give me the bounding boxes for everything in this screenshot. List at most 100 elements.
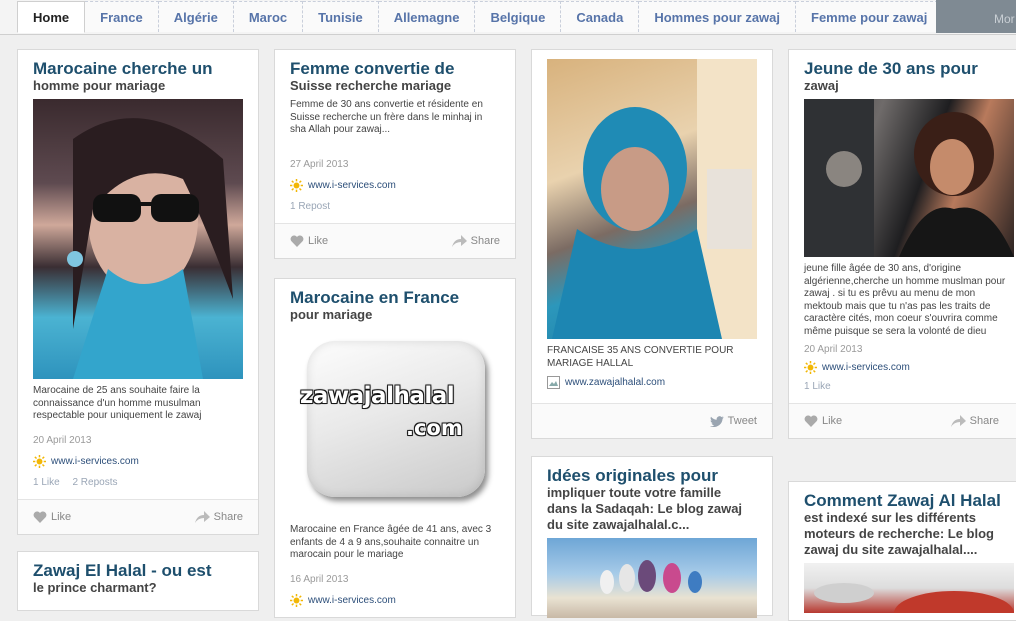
pin-subtitle-line[interactable]: du site zawajalhalal.c...: [547, 517, 757, 533]
sun-icon: [290, 178, 303, 192]
tweet-button[interactable]: Tweet: [709, 415, 757, 427]
tab-home[interactable]: Home: [17, 1, 86, 33]
pin-source-link[interactable]: www.zawajalhalal.com: [565, 377, 665, 388]
tab-france[interactable]: France: [85, 1, 159, 32]
pin-subtitle[interactable]: le prince charmant?: [33, 580, 243, 596]
pin-description: FRANCAISE 35 ANS CONVERTIE POUR MARIAGE …: [547, 345, 734, 369]
top-navigation: Home France Algérie Maroc Tunisie Allema…: [0, 0, 1016, 35]
pin-photo[interactable]: [547, 59, 757, 339]
pin-actions: Like Share: [275, 222, 515, 258]
pin-card[interactable]: Idées originales pour impliquer toute vo…: [531, 456, 773, 618]
tab-algerie[interactable]: Algérie: [158, 1, 234, 32]
share-label: Share: [213, 510, 243, 523]
woman-sunglasses-photo: [67, 118, 233, 379]
like-button[interactable]: Like: [33, 511, 71, 523]
pin-reposts-count[interactable]: 2 Reposts: [72, 477, 117, 488]
share-button[interactable]: Share: [451, 234, 500, 247]
pin-source-link[interactable]: www.i-services.com: [308, 595, 396, 606]
pin-card[interactable]: Jeune de 30 ans pour zawaj jeune fille â…: [788, 49, 1016, 439]
pin-title[interactable]: Femme convertie de: [290, 60, 500, 78]
share-label: Share: [969, 415, 999, 427]
like-label: Like: [51, 510, 72, 523]
pin-source[interactable]: www.i-services.com: [290, 593, 500, 607]
woman-hijab-photo: [552, 59, 757, 339]
pin-title[interactable]: Idées originales pour: [547, 467, 757, 485]
pin-date: 20 April 2013: [804, 344, 863, 355]
pin-source-link[interactable]: www.i-services.com: [822, 362, 910, 373]
pin-source[interactable]: www.i-services.com: [33, 454, 243, 468]
tab-hommes-pour-zawaj[interactable]: Hommes pour zawaj: [639, 1, 797, 32]
pin-description: Marocaine de 25 ans souhaite faire la co…: [33, 385, 202, 421]
tab-belgique[interactable]: Belgique: [475, 1, 562, 32]
pin-card[interactable]: Comment Zawaj Al Halal est indexé sur le…: [788, 481, 1016, 621]
zawajalhalal-logo-image[interactable]: zawajalhalal .com: [290, 328, 500, 518]
pin-subtitle-line[interactable]: impliquer toute votre famille: [547, 485, 757, 501]
woman-curly-hair-photo: [804, 99, 1014, 257]
family-beach-photo: [600, 560, 702, 594]
pin-subtitle-line[interactable]: moteurs de recherche: Le blog: [804, 526, 1012, 542]
tab-canada[interactable]: Canada: [561, 1, 640, 32]
pin-card[interactable]: Zawaj El Halal - ou est le prince charma…: [17, 551, 259, 611]
like-button[interactable]: Like: [804, 415, 842, 427]
pin-actions: Like Share: [789, 403, 1016, 438]
tweet-label: Tweet: [727, 415, 757, 427]
pin-photo[interactable]: [547, 538, 757, 618]
pin-title[interactable]: Comment Zawaj Al Halal: [804, 492, 1012, 510]
pin-subtitle-line[interactable]: zawaj du site zawajalhalal....: [804, 542, 1012, 558]
tab-allemagne[interactable]: Allemagne: [378, 1, 476, 32]
pin-stats: 1 Like 2 Reposts: [33, 477, 243, 491]
pin-photo[interactable]: [804, 99, 1014, 257]
pin-photo[interactable]: [33, 99, 243, 379]
share-arrow-icon: [950, 415, 966, 427]
twitter-bird-icon: [709, 415, 724, 427]
like-button[interactable]: Like: [290, 235, 328, 247]
pin-actions: Like Share: [18, 498, 258, 534]
pin-date: 20 April 2013: [33, 434, 92, 446]
pin-title[interactable]: Zawaj El Halal - ou est: [33, 562, 243, 580]
pin-subtitle[interactable]: Suisse recherche mariage: [290, 78, 500, 94]
pin-likes-count[interactable]: 1 Like: [33, 477, 60, 488]
pin-description: jeune fille âgée de 30 ans, d'origine al…: [804, 263, 1006, 337]
pin-date: 27 April 2013: [290, 158, 349, 170]
pin-reposts-count[interactable]: 1 Repost: [290, 201, 330, 212]
pin-subtitle[interactable]: zawaj: [804, 78, 1012, 94]
tab-femme-pour-zawaj[interactable]: Femme pour zawaj: [796, 1, 944, 32]
pin-description: Marocaine en France âgée de 41 ans, avec…: [290, 524, 492, 560]
share-arrow-icon: [194, 510, 210, 523]
image-thumbnail-icon: [547, 376, 560, 389]
pin-subtitle-line[interactable]: dans la Sadaqah: Le blog zawaj: [547, 501, 757, 517]
pin-source[interactable]: www.i-services.com: [804, 361, 1012, 374]
pin-title[interactable]: Jeune de 30 ans pour: [804, 60, 1012, 78]
pin-photo[interactable]: [804, 563, 1014, 613]
pin-card[interactable]: FRANCAISE 35 ANS CONVERTIE POUR MARIAGE …: [531, 49, 773, 439]
pin-card[interactable]: Marocaine cherche un homme pour mariage …: [17, 49, 259, 535]
pin-source-link[interactable]: www.i-services.com: [51, 456, 139, 467]
more-menu[interactable]: Mor: [936, 0, 1016, 33]
logo-text-suffix: .com: [406, 416, 463, 440]
pin-title[interactable]: Marocaine cherche un: [33, 60, 243, 78]
pin-source[interactable]: www.zawajalhalal.com: [547, 376, 757, 389]
pin-subtitle[interactable]: pour mariage: [290, 307, 500, 323]
sun-icon: [290, 593, 303, 607]
pin-subtitle[interactable]: homme pour mariage: [33, 78, 243, 94]
pin-subtitle-line[interactable]: est indexé sur les différents: [804, 510, 1012, 526]
pin-actions: Tweet: [532, 403, 772, 438]
more-label: Mor: [994, 12, 1015, 26]
like-label: Like: [308, 234, 329, 247]
sun-icon: [33, 454, 46, 468]
pin-stats: 1 Like: [804, 381, 1012, 395]
tab-tunisie[interactable]: Tunisie: [303, 1, 379, 32]
pin-card[interactable]: Marocaine en France pour mariage zawajal…: [274, 278, 516, 618]
pin-card[interactable]: Femme convertie de Suisse recherche mari…: [274, 49, 516, 259]
pin-date: 16 April 2013: [290, 573, 349, 585]
share-button[interactable]: Share: [194, 510, 243, 523]
pin-title[interactable]: Marocaine en France: [290, 289, 500, 307]
pin-likes-count[interactable]: 1 Like: [804, 381, 831, 392]
pin-source[interactable]: www.i-services.com: [290, 178, 500, 192]
logo-text: zawajalhalal: [300, 383, 455, 409]
pin-description: Femme de 30 ans convertie et résidente e…: [290, 99, 483, 135]
category-tabs: Home France Algérie Maroc Tunisie Allema…: [17, 0, 944, 34]
tab-maroc[interactable]: Maroc: [233, 1, 304, 32]
share-button[interactable]: Share: [950, 415, 999, 427]
pin-source-link[interactable]: www.i-services.com: [308, 180, 396, 191]
